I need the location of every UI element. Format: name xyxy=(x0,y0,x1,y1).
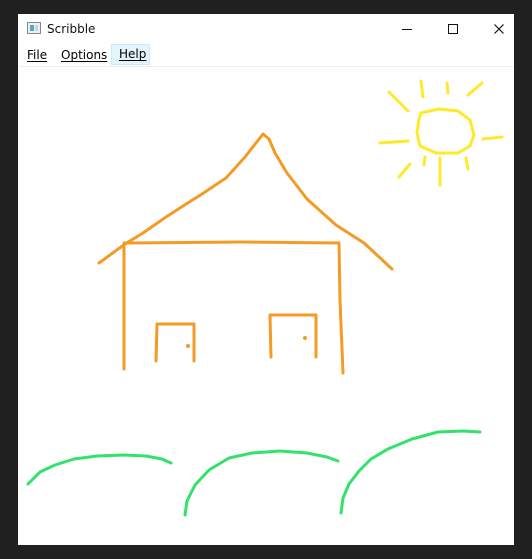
sun-ray-top-right xyxy=(466,81,484,97)
right-door-knob xyxy=(303,336,307,340)
house-right-door-stroke xyxy=(268,313,318,359)
sun-ray-top xyxy=(445,81,450,95)
title-bar[interactable]: Scribble xyxy=(18,14,514,44)
minimize-icon xyxy=(402,29,412,30)
menu-bar: File Options Help xyxy=(18,44,514,67)
sun-ray-left xyxy=(378,139,410,145)
menu-help[interactable]: Help xyxy=(111,44,150,65)
window-title: Scribble xyxy=(47,22,96,36)
scribble-app-icon xyxy=(27,22,41,34)
minimize-button[interactable] xyxy=(384,14,430,44)
grass-middle-stroke xyxy=(183,449,340,517)
grass-drawing xyxy=(26,429,482,517)
sun-body-stroke xyxy=(415,107,476,155)
house-drawing xyxy=(97,132,394,375)
scribble-window: Scribble File Options Help xyxy=(18,14,514,545)
sun-ray-bottom-left xyxy=(422,155,427,167)
maximize-button[interactable] xyxy=(430,14,476,44)
sun-ray-top-left xyxy=(419,79,425,99)
house-roof-stroke xyxy=(97,132,394,271)
maximize-icon xyxy=(448,24,458,34)
scribble-drawing xyxy=(26,79,504,517)
grass-right-stroke xyxy=(339,429,482,515)
menu-options[interactable]: Options xyxy=(61,44,107,66)
left-door-knob xyxy=(186,344,190,348)
sun-drawing xyxy=(378,79,504,187)
menu-file[interactable]: File xyxy=(27,44,47,66)
drawing-canvas[interactable] xyxy=(18,67,514,545)
sun-ray-left-upper xyxy=(387,90,410,113)
sun-ray-right xyxy=(481,135,504,141)
house-left-door-stroke xyxy=(154,322,196,363)
sun-ray-bottom-right xyxy=(464,156,470,171)
close-icon xyxy=(494,24,504,34)
grass-left-stroke xyxy=(26,453,173,486)
close-button[interactable] xyxy=(476,14,514,44)
sun-ray-lower-left xyxy=(397,162,412,179)
